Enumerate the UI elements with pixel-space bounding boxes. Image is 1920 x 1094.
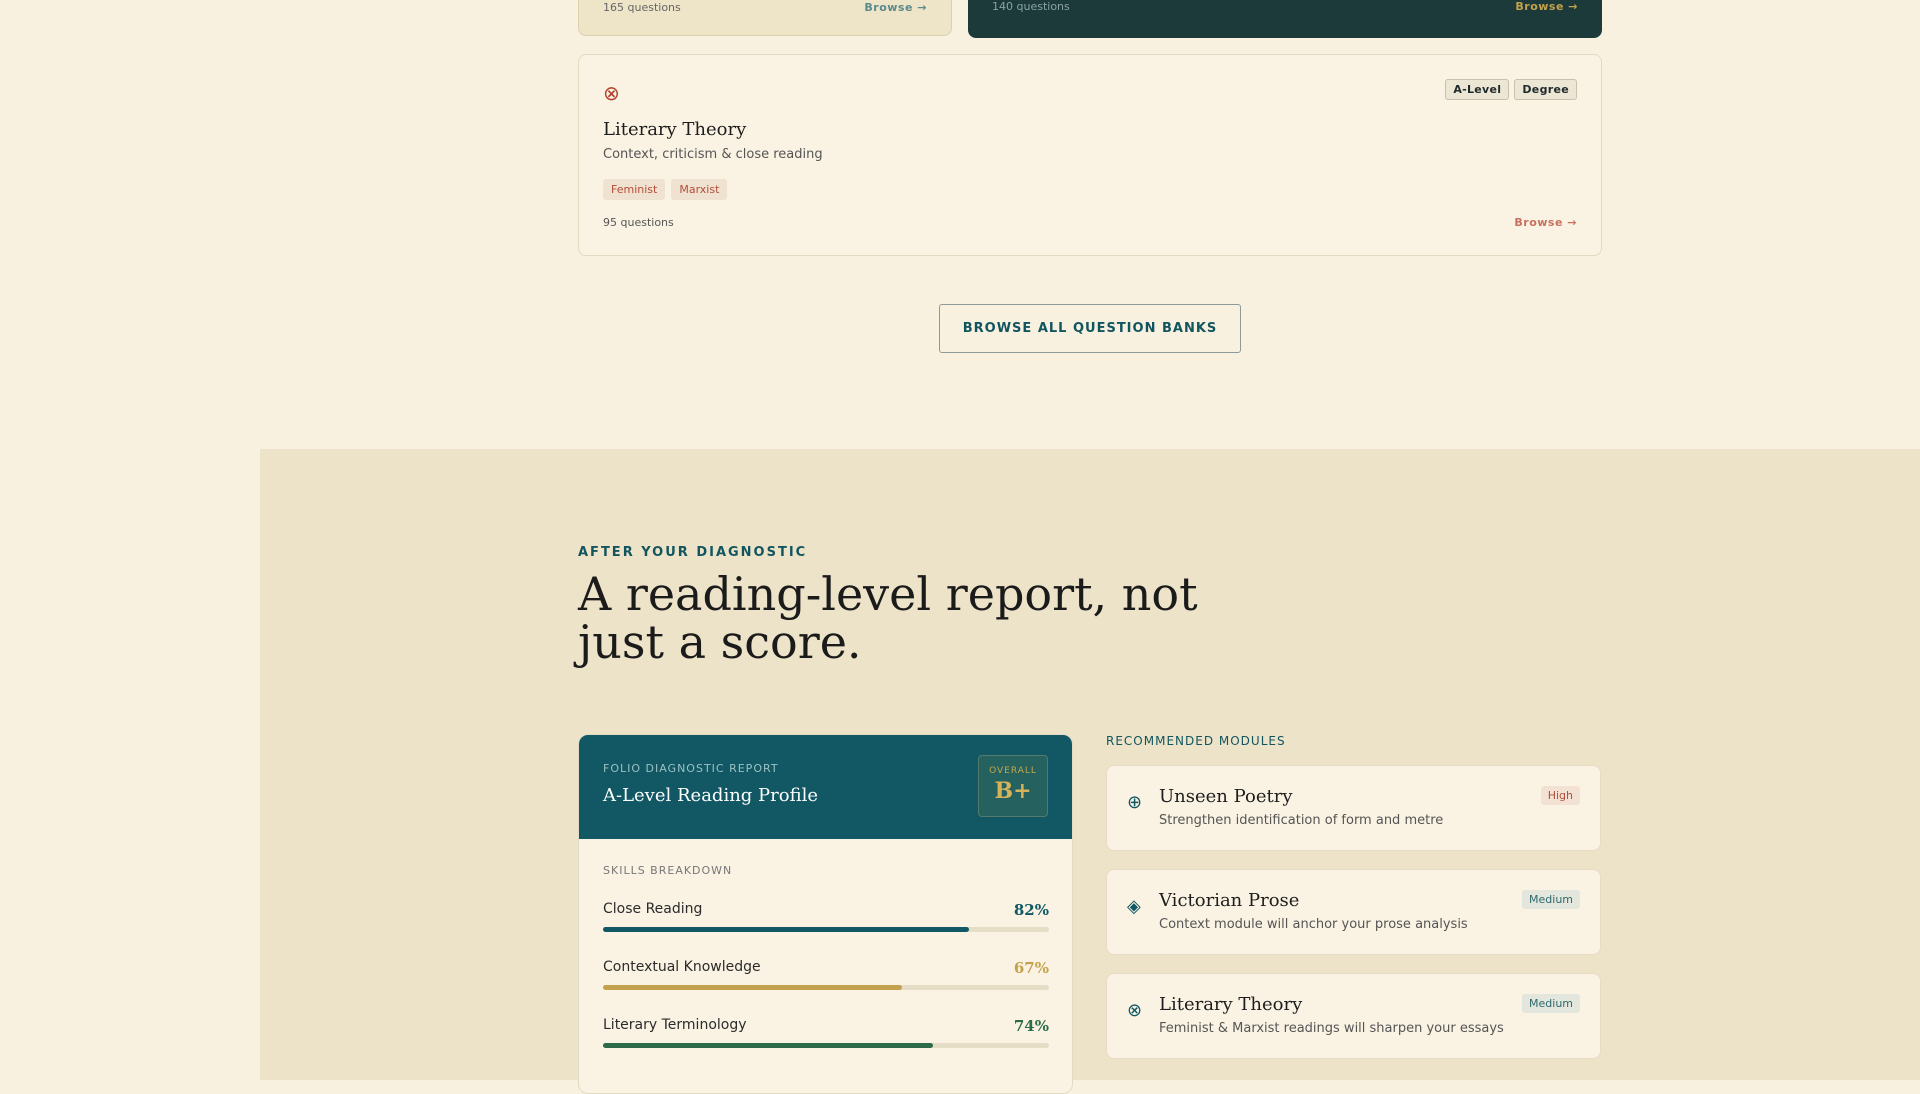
skill-value: 74%: [1013, 1017, 1049, 1035]
skill-row-contextual-knowledge: Contextual Knowledge 67%: [603, 959, 1049, 999]
skill-progress-fill: [603, 1043, 934, 1048]
level-badges: A-Level Degree: [1445, 79, 1577, 100]
overall-grade: B+: [994, 778, 1032, 804]
question-count: 95 questions: [603, 216, 674, 229]
browse-link[interactable]: Browse →: [1514, 216, 1577, 229]
module-icon: ◈: [1127, 896, 1141, 917]
report-header: FOLIO DIAGNOSTIC REPORT A-Level Reading …: [579, 735, 1072, 839]
priority-badge: High: [1540, 786, 1580, 805]
level-badge-a-level: A-Level: [1445, 79, 1510, 100]
section-headline: A reading-level report, not just a score…: [578, 567, 1198, 669]
browse-link[interactable]: Browse →: [864, 1, 927, 14]
section-eyebrow: AFTER YOUR DIAGNOSTIC: [578, 545, 808, 560]
recommended-modules-label: RECOMMENDED MODULES: [1106, 734, 1286, 748]
skill-progress-track: [603, 927, 1049, 932]
module-icon: ⊗: [1127, 1000, 1143, 1021]
question-count: 165 questions: [603, 1, 681, 14]
tag-marxist: Marxist: [671, 179, 728, 200]
module-description: Context module will anchor your prose an…: [1159, 917, 1468, 932]
skill-progress-track: [603, 985, 1049, 990]
skill-progress-track: [603, 1043, 1049, 1048]
module-card-victorian-prose[interactable]: ◈ Victorian Prose Context module will an…: [1106, 869, 1601, 955]
skill-progress-fill: [603, 927, 969, 932]
level-badge-degree: Degree: [1514, 79, 1577, 100]
question-bank-card-partial-right[interactable]: 140 questions Browse →: [968, 0, 1602, 38]
module-title: Victorian Prose: [1159, 890, 1300, 911]
report-card: FOLIO DIAGNOSTIC REPORT A-Level Reading …: [578, 734, 1073, 1094]
overall-grade-badge: OVERALL B+: [978, 755, 1048, 817]
skill-name: Literary Terminology: [603, 1017, 747, 1033]
skill-row-literary-terminology: Literary Terminology 74%: [603, 1017, 1049, 1057]
module-description: Feminist & Marxist readings will sharpen…: [1159, 1021, 1504, 1036]
overall-label: OVERALL: [989, 766, 1037, 776]
module-title: Literary Theory: [1159, 994, 1303, 1015]
tag-feminist: Feminist: [603, 179, 666, 200]
question-bank-card-literary-theory[interactable]: ⊗ A-Level Degree Literary Theory Context…: [578, 54, 1602, 256]
skill-name: Close Reading: [603, 901, 703, 917]
skill-progress-fill: [603, 985, 902, 990]
topic-tags: Feminist Marxist: [603, 179, 728, 200]
browse-link[interactable]: Browse →: [1515, 0, 1578, 13]
skill-value: 82%: [1013, 901, 1049, 919]
report-kicker: FOLIO DIAGNOSTIC REPORT: [603, 762, 779, 775]
module-icon: ⊕: [1127, 792, 1143, 813]
report-title: A-Level Reading Profile: [603, 785, 819, 806]
module-description: Strengthen identification of form and me…: [1159, 813, 1444, 828]
diagnostic-report-section: AFTER YOUR DIAGNOSTIC A reading-level re…: [260, 449, 1920, 1094]
skills-breakdown-label: SKILLS BREAKDOWN: [603, 864, 733, 877]
card-title: Literary Theory: [603, 119, 747, 140]
browse-all-question-banks-button[interactable]: BROWSE ALL QUESTION BANKS: [939, 304, 1241, 353]
card-subtitle: Context, criticism & close reading: [603, 147, 823, 162]
skill-name: Contextual Knowledge: [603, 959, 761, 975]
module-card-unseen-poetry[interactable]: ⊕ Unseen Poetry Strengthen identificatio…: [1106, 765, 1601, 851]
module-card-literary-theory[interactable]: ⊗ Literary Theory Feminist & Marxist rea…: [1106, 973, 1601, 1059]
skill-value: 67%: [1013, 959, 1049, 977]
question-bank-card-partial-left[interactable]: 165 questions Browse →: [578, 0, 952, 36]
module-title: Unseen Poetry: [1159, 786, 1293, 807]
question-count: 140 questions: [992, 0, 1070, 13]
priority-badge: Medium: [1522, 994, 1580, 1013]
literary-theory-icon: ⊗: [603, 81, 620, 105]
skill-row-close-reading: Close Reading 82%: [603, 901, 1049, 941]
priority-badge: Medium: [1522, 890, 1580, 909]
